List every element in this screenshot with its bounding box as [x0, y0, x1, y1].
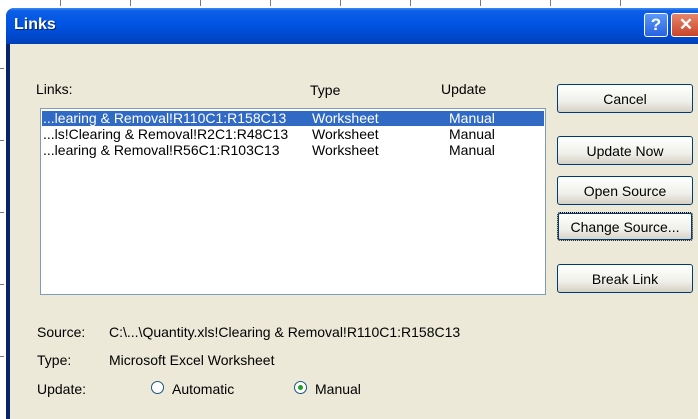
- links-header: Links:: [36, 81, 73, 97]
- dialog-body: Links: Type Update ...learing & Removal!…: [10, 44, 698, 419]
- open-source-button[interactable]: Open Source: [557, 176, 693, 205]
- source-value: C:\...\Quantity.xls!Clearing & Removal!R…: [109, 324, 461, 340]
- automatic-radio[interactable]: [151, 381, 164, 394]
- source-label: Source:: [37, 324, 86, 340]
- link-update: Manual: [449, 110, 495, 126]
- link-name: ...learing & Removal!R56C1:R103C13: [43, 142, 280, 158]
- link-update: Manual: [449, 126, 495, 142]
- link-type: Worksheet: [312, 142, 379, 158]
- update-label: Update:: [37, 381, 87, 397]
- list-item[interactable]: ...learing & Removal!R56C1:R103C13 Works…: [42, 143, 544, 158]
- manual-label[interactable]: Manual: [315, 381, 361, 397]
- background-mark: [480, 0, 481, 6]
- change-source-button[interactable]: Change Source...: [557, 212, 693, 241]
- title-bar[interactable]: Links ? ✕: [6, 8, 698, 44]
- link-name: ...ls!Clearing & Removal!R2C1:R48C13: [43, 126, 289, 142]
- list-item[interactable]: ...ls!Clearing & Removal!R2C1:R48C13 Wor…: [42, 127, 544, 142]
- link-type: Worksheet: [312, 110, 379, 126]
- background-mark: [0, 140, 4, 141]
- background-mark: [550, 0, 551, 6]
- background-mark: [340, 0, 341, 6]
- background-mark: [0, 356, 4, 357]
- background-mark: [620, 0, 621, 6]
- dialog-title: Links: [14, 16, 56, 33]
- link-update: Manual: [449, 142, 495, 158]
- background-mark: [0, 212, 4, 213]
- background-mark: [60, 0, 61, 6]
- help-icon: ?: [650, 15, 662, 34]
- update-now-button[interactable]: Update Now: [557, 136, 693, 165]
- manual-radio[interactable]: [294, 381, 307, 394]
- background-mark: [0, 284, 4, 285]
- link-type: Worksheet: [312, 126, 379, 142]
- type-header: Type: [310, 82, 341, 98]
- links-list[interactable]: ...learing & Removal!R110C1:R158C13 Work…: [40, 108, 546, 295]
- background-mark: [200, 0, 201, 6]
- automatic-label[interactable]: Automatic: [172, 381, 234, 397]
- update-header: Update: [441, 81, 487, 97]
- list-item[interactable]: ...learing & Removal!R110C1:R158C13 Work…: [42, 111, 544, 126]
- link-name: ...learing & Removal!R110C1:R158C13: [43, 110, 287, 126]
- close-button[interactable]: ✕: [671, 13, 698, 37]
- background-mark: [130, 0, 131, 6]
- links-dialog: Links ? ✕ Links: Type Update ...learing …: [6, 8, 698, 419]
- close-icon: ✕: [678, 15, 694, 34]
- background-mark: [0, 68, 4, 69]
- background-mark: [410, 0, 411, 6]
- break-link-button[interactable]: Break Link: [557, 264, 693, 293]
- cancel-button[interactable]: Cancel: [557, 84, 693, 113]
- type-label: Type:: [37, 352, 72, 368]
- help-button[interactable]: ?: [644, 13, 668, 37]
- type-value: Microsoft Excel Worksheet: [109, 352, 275, 368]
- background-mark: [270, 0, 271, 6]
